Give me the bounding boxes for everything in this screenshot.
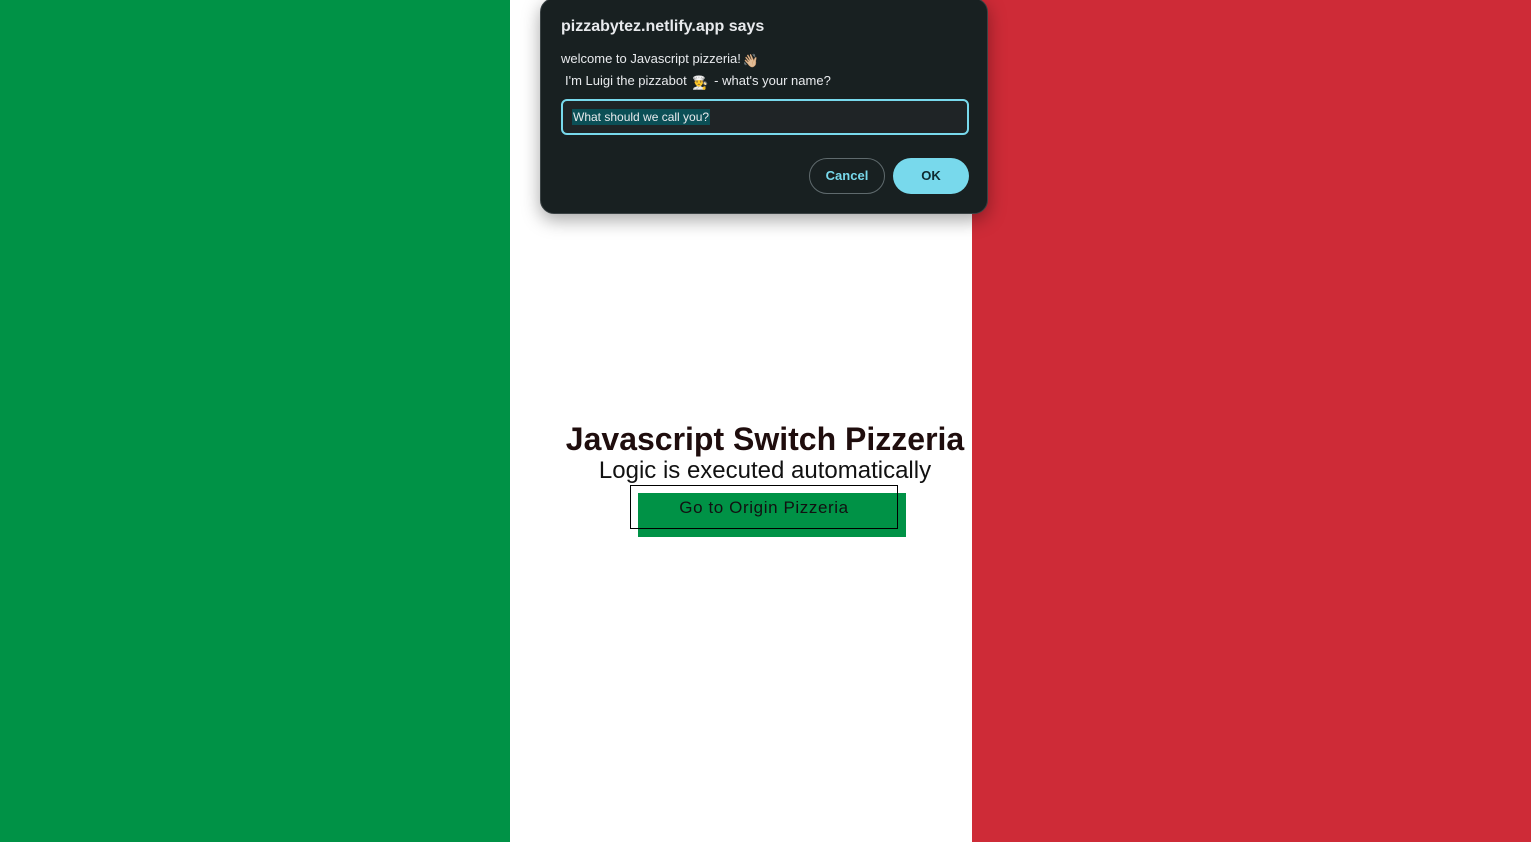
dialog-message-text-3: - what's your name?: [714, 73, 831, 88]
chef-icon: 👨‍🍳: [692, 75, 709, 90]
dialog-message-line-1: welcome to Javascript pizzeria! 👋🏼: [561, 51, 761, 69]
ok-button[interactable]: OK: [893, 158, 969, 194]
dialog-message-text-2: I'm Luigi the pizzabot: [565, 73, 687, 88]
page-subtitle: Logic is executed automatically: [598, 457, 932, 484]
flag-red-band: [972, 0, 1531, 842]
name-input[interactable]: What should we call you?: [561, 99, 969, 135]
dialog-message-text-1: welcome to Javascript pizzeria!: [561, 51, 741, 66]
dialog-title: pizzabytez.netlify.app says: [561, 18, 765, 35]
flag-green-band: [0, 0, 510, 842]
name-input-value: What should we call you?: [572, 109, 711, 125]
cancel-button[interactable]: Cancel: [809, 158, 885, 194]
dialog-message-line-2: I'm Luigi the pizzabot 👨‍🍳 - what's your…: [565, 73, 831, 91]
prompt-dialog: pizzabytez.netlify.app says welcome to J…: [540, 0, 988, 214]
go-to-origin-pizzeria-button[interactable]: Go to Origin Pizzeria: [630, 485, 898, 529]
page-title: Javascript Switch Pizzeria: [565, 421, 965, 457]
waving-hand-icon: 👋🏼: [742, 53, 760, 68]
